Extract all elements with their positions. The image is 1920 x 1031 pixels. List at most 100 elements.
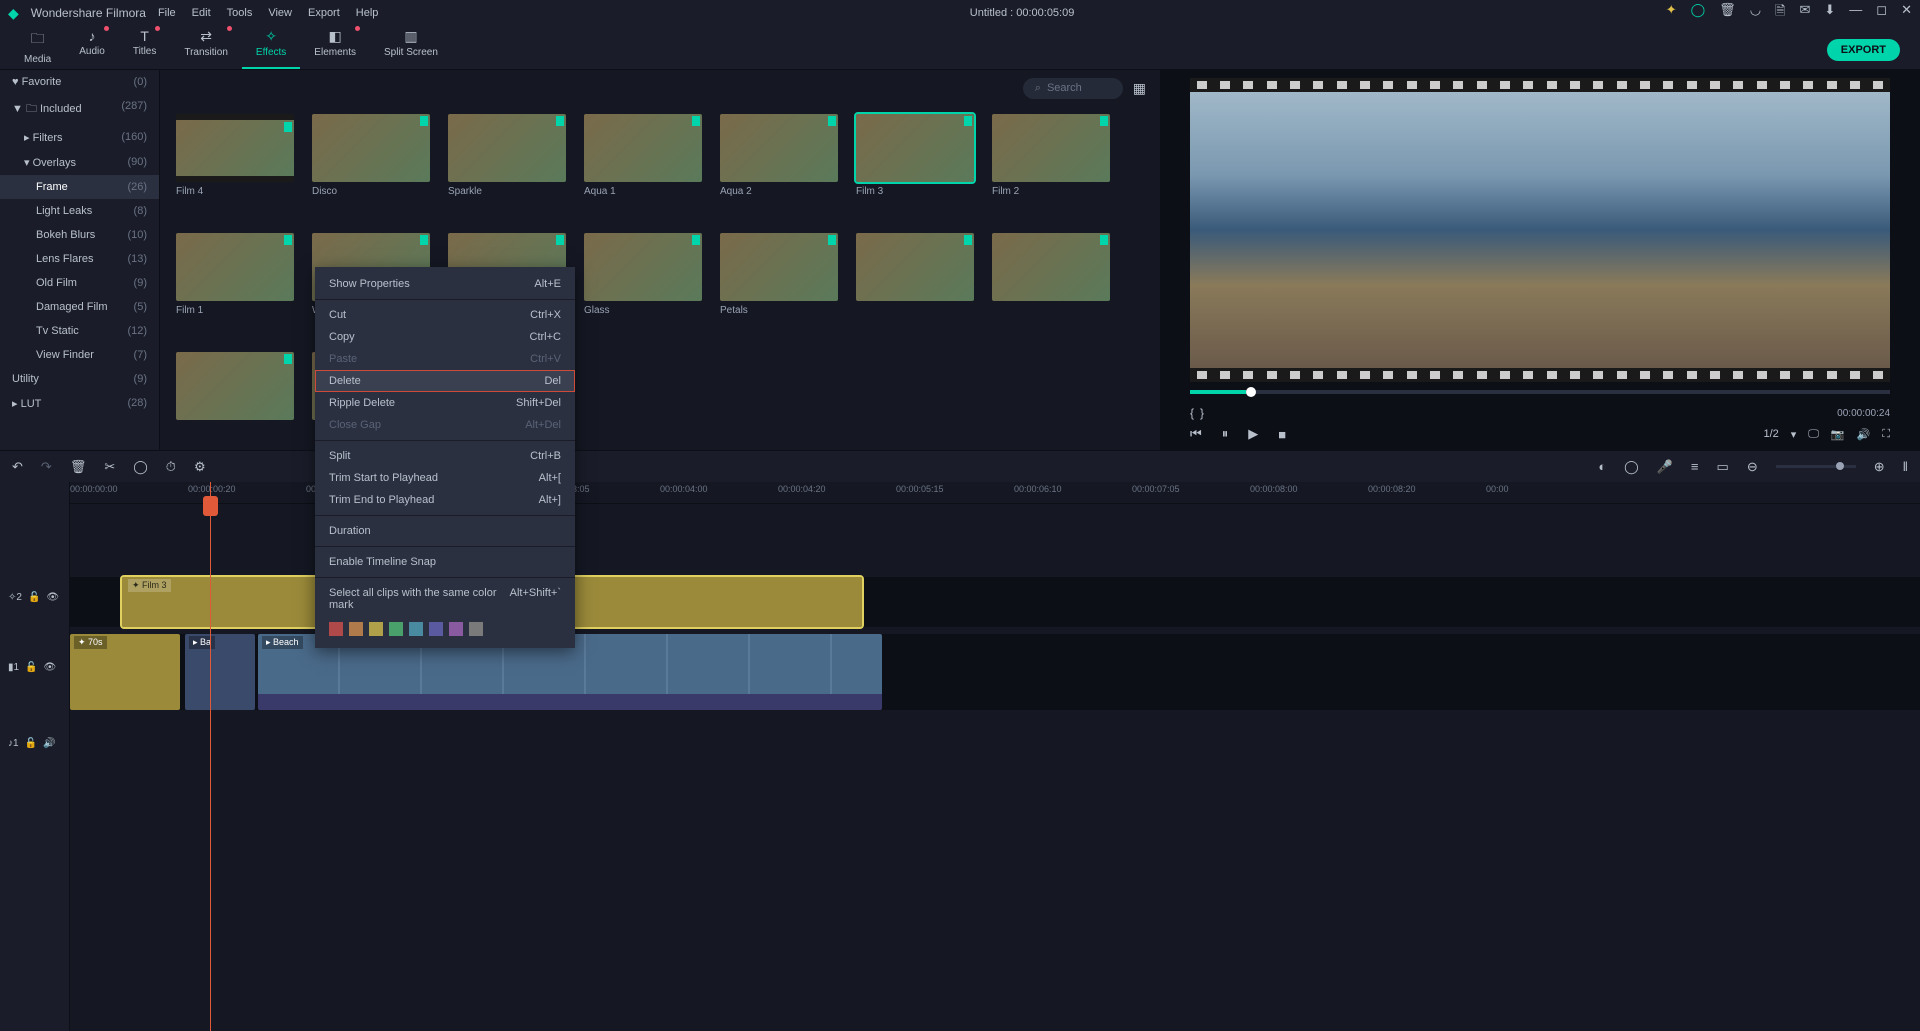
timeline[interactable]: ⊡ ◬ 00:00:00:0000:00:00:2000:00:01:1500:…: [0, 482, 1920, 1031]
headphones-icon[interactable]: ◯: [1691, 2, 1706, 24]
lock-icon[interactable]: 🔓: [25, 738, 37, 749]
fullscreen-icon[interactable]: ⛶: [1882, 428, 1890, 441]
speaker-icon[interactable]: 🔊: [43, 738, 55, 749]
snapshot-icon[interactable]: 📷: [1831, 428, 1845, 441]
effect-film-2[interactable]: Film 2: [992, 114, 1110, 215]
grid-view-icon[interactable]: ▦: [1133, 80, 1146, 97]
sidebar-item-tv-static[interactable]: Tv Static(12): [0, 319, 159, 343]
effect-film-3[interactable]: Film 3: [856, 114, 974, 215]
sidebar-item-utility[interactable]: Utility(9): [0, 367, 159, 391]
crop-button[interactable]: ◯: [133, 459, 148, 475]
zoom-out-button[interactable]: ⊖: [1747, 459, 1758, 475]
menu-export[interactable]: Export: [308, 7, 340, 19]
zoom-in-button[interactable]: ⊕: [1874, 459, 1885, 475]
tab-media[interactable]: 🗀Media: [10, 24, 65, 69]
effect-aqua-2[interactable]: Aqua 2: [720, 114, 838, 215]
ctx-split[interactable]: SplitCtrl+B: [315, 445, 575, 467]
menu-help[interactable]: Help: [356, 7, 379, 19]
effect-item[interactable]: [856, 233, 974, 334]
maximize-icon[interactable]: ◻: [1876, 2, 1887, 24]
save-icon[interactable]: 🗎: [1775, 2, 1785, 24]
adjust-button[interactable]: ⚙: [194, 459, 206, 475]
play-button[interactable]: ▶: [1248, 426, 1258, 442]
bracket-right-icon[interactable]: }: [1200, 406, 1204, 420]
ctx-delete[interactable]: DeleteDel: [315, 370, 575, 392]
message-icon[interactable]: ✉: [1799, 2, 1810, 24]
sidebar-item-view-finder[interactable]: View Finder(7): [0, 343, 159, 367]
seek-bar[interactable]: [1190, 390, 1890, 394]
effect-petals[interactable]: Petals: [720, 233, 838, 334]
sidebar-item-lens-flares[interactable]: Lens Flares(13): [0, 247, 159, 271]
color-swatch[interactable]: [389, 622, 403, 636]
sidebar-item-damaged-film[interactable]: Damaged Film(5): [0, 295, 159, 319]
marker-button[interactable]: ◯: [1624, 459, 1639, 475]
color-button[interactable]: ◐: [1598, 459, 1606, 474]
color-swatch[interactable]: [369, 622, 383, 636]
lock-icon[interactable]: 🔓: [25, 662, 37, 673]
color-swatch[interactable]: [429, 622, 443, 636]
sidebar-item-old-film[interactable]: Old Film(9): [0, 271, 159, 295]
sidebar-item-overlays[interactable]: ▾ Overlays(90): [0, 150, 159, 175]
ctx-trim-start-to-playhead[interactable]: Trim Start to PlayheadAlt+[: [315, 467, 575, 489]
tab-audio[interactable]: ♪Audio: [65, 24, 119, 69]
download-icon[interactable]: ⬇: [1824, 2, 1835, 24]
tab-titles[interactable]: TTitles: [119, 24, 171, 69]
speed-button[interactable]: ⏱: [166, 459, 176, 475]
zoom-fit-button[interactable]: ‖: [1903, 459, 1908, 474]
split-button[interactable]: ✂: [104, 459, 115, 475]
search-input[interactable]: ⌕ Search: [1023, 78, 1123, 99]
color-swatch[interactable]: [409, 622, 423, 636]
playhead[interactable]: [210, 482, 211, 1031]
effect-film-4[interactable]: Film 4: [176, 114, 294, 215]
sidebar-item-filters[interactable]: ▸ Filters(160): [0, 125, 159, 150]
effect-item[interactable]: [176, 352, 294, 442]
ctx-trim-end-to-playhead[interactable]: Trim End to PlayheadAlt+]: [315, 489, 575, 511]
menu-file[interactable]: File: [158, 7, 176, 19]
effect-aqua-1[interactable]: Aqua 1: [584, 114, 702, 215]
zoom-slider[interactable]: [1776, 465, 1856, 468]
ctx-enable-timeline-snap[interactable]: Enable Timeline Snap: [315, 551, 575, 573]
gift-icon[interactable]: 🗑: [1719, 2, 1736, 24]
delete-button[interactable]: 🗑: [70, 459, 87, 475]
menu-tools[interactable]: Tools: [227, 7, 253, 19]
audio-track[interactable]: [70, 738, 1920, 760]
color-swatch[interactable]: [329, 622, 343, 636]
ctx-show-properties[interactable]: Show PropertiesAlt+E: [315, 273, 575, 295]
color-swatch[interactable]: [449, 622, 463, 636]
effect-film-1[interactable]: Film 1: [176, 233, 294, 334]
volume-icon[interactable]: 🔊: [1857, 428, 1871, 441]
tab-effects[interactable]: ✧Effects: [242, 24, 300, 69]
redo-button[interactable]: ↷: [41, 459, 52, 475]
sidebar-item-frame[interactable]: Frame(26): [0, 175, 159, 199]
export-button[interactable]: EXPORT: [1827, 39, 1900, 61]
ctx-cut[interactable]: CutCtrl+X: [315, 304, 575, 326]
sidebar-item-light-leaks[interactable]: Light Leaks(8): [0, 199, 159, 223]
sidebar-item-favorite[interactable]: ♥ Favorite(0): [0, 70, 159, 94]
ctx-copy[interactable]: CopyCtrl+C: [315, 326, 575, 348]
tab-transition[interactable]: ⇄Transition: [170, 24, 242, 69]
mixer-button[interactable]: ≡: [1691, 459, 1699, 474]
stop-button[interactable]: ■: [1278, 427, 1286, 442]
tab-elements[interactable]: ◧Elements: [300, 24, 370, 69]
sidebar-item-included[interactable]: ▼ 🗀 Included(287): [0, 94, 159, 125]
prev-frame-button[interactable]: ⏮: [1190, 426, 1202, 442]
color-swatch[interactable]: [469, 622, 483, 636]
bracket-left-icon[interactable]: {: [1190, 406, 1194, 420]
step-back-button[interactable]: ⏸: [1222, 426, 1229, 442]
mic-button[interactable]: 🎤: [1657, 459, 1673, 475]
sidebar-item-bokeh-blurs[interactable]: Bokeh Blurs(10): [0, 223, 159, 247]
video-clip-ba[interactable]: ▸ Ba: [185, 634, 255, 710]
account-icon[interactable]: ◡: [1750, 2, 1761, 24]
display-icon[interactable]: 🖵: [1808, 428, 1819, 441]
tips-icon[interactable]: ✦: [1666, 2, 1677, 24]
render-button[interactable]: ▭: [1717, 459, 1729, 475]
lock-icon[interactable]: 🔓: [28, 592, 40, 603]
sidebar-item-lut[interactable]: ▸ LUT(28): [0, 391, 159, 416]
preview-video[interactable]: [1190, 78, 1890, 382]
ctx-select-all-clips-with-the-same-color-mark[interactable]: Select all clips with the same color mar…: [315, 582, 575, 616]
undo-button[interactable]: ↶: [12, 459, 23, 475]
effect-sparkle[interactable]: Sparkle: [448, 114, 566, 215]
video-clip-70s[interactable]: ✦ 70s: [70, 634, 180, 710]
effect-disco[interactable]: Disco: [312, 114, 430, 215]
effect-glass[interactable]: Glass: [584, 233, 702, 334]
